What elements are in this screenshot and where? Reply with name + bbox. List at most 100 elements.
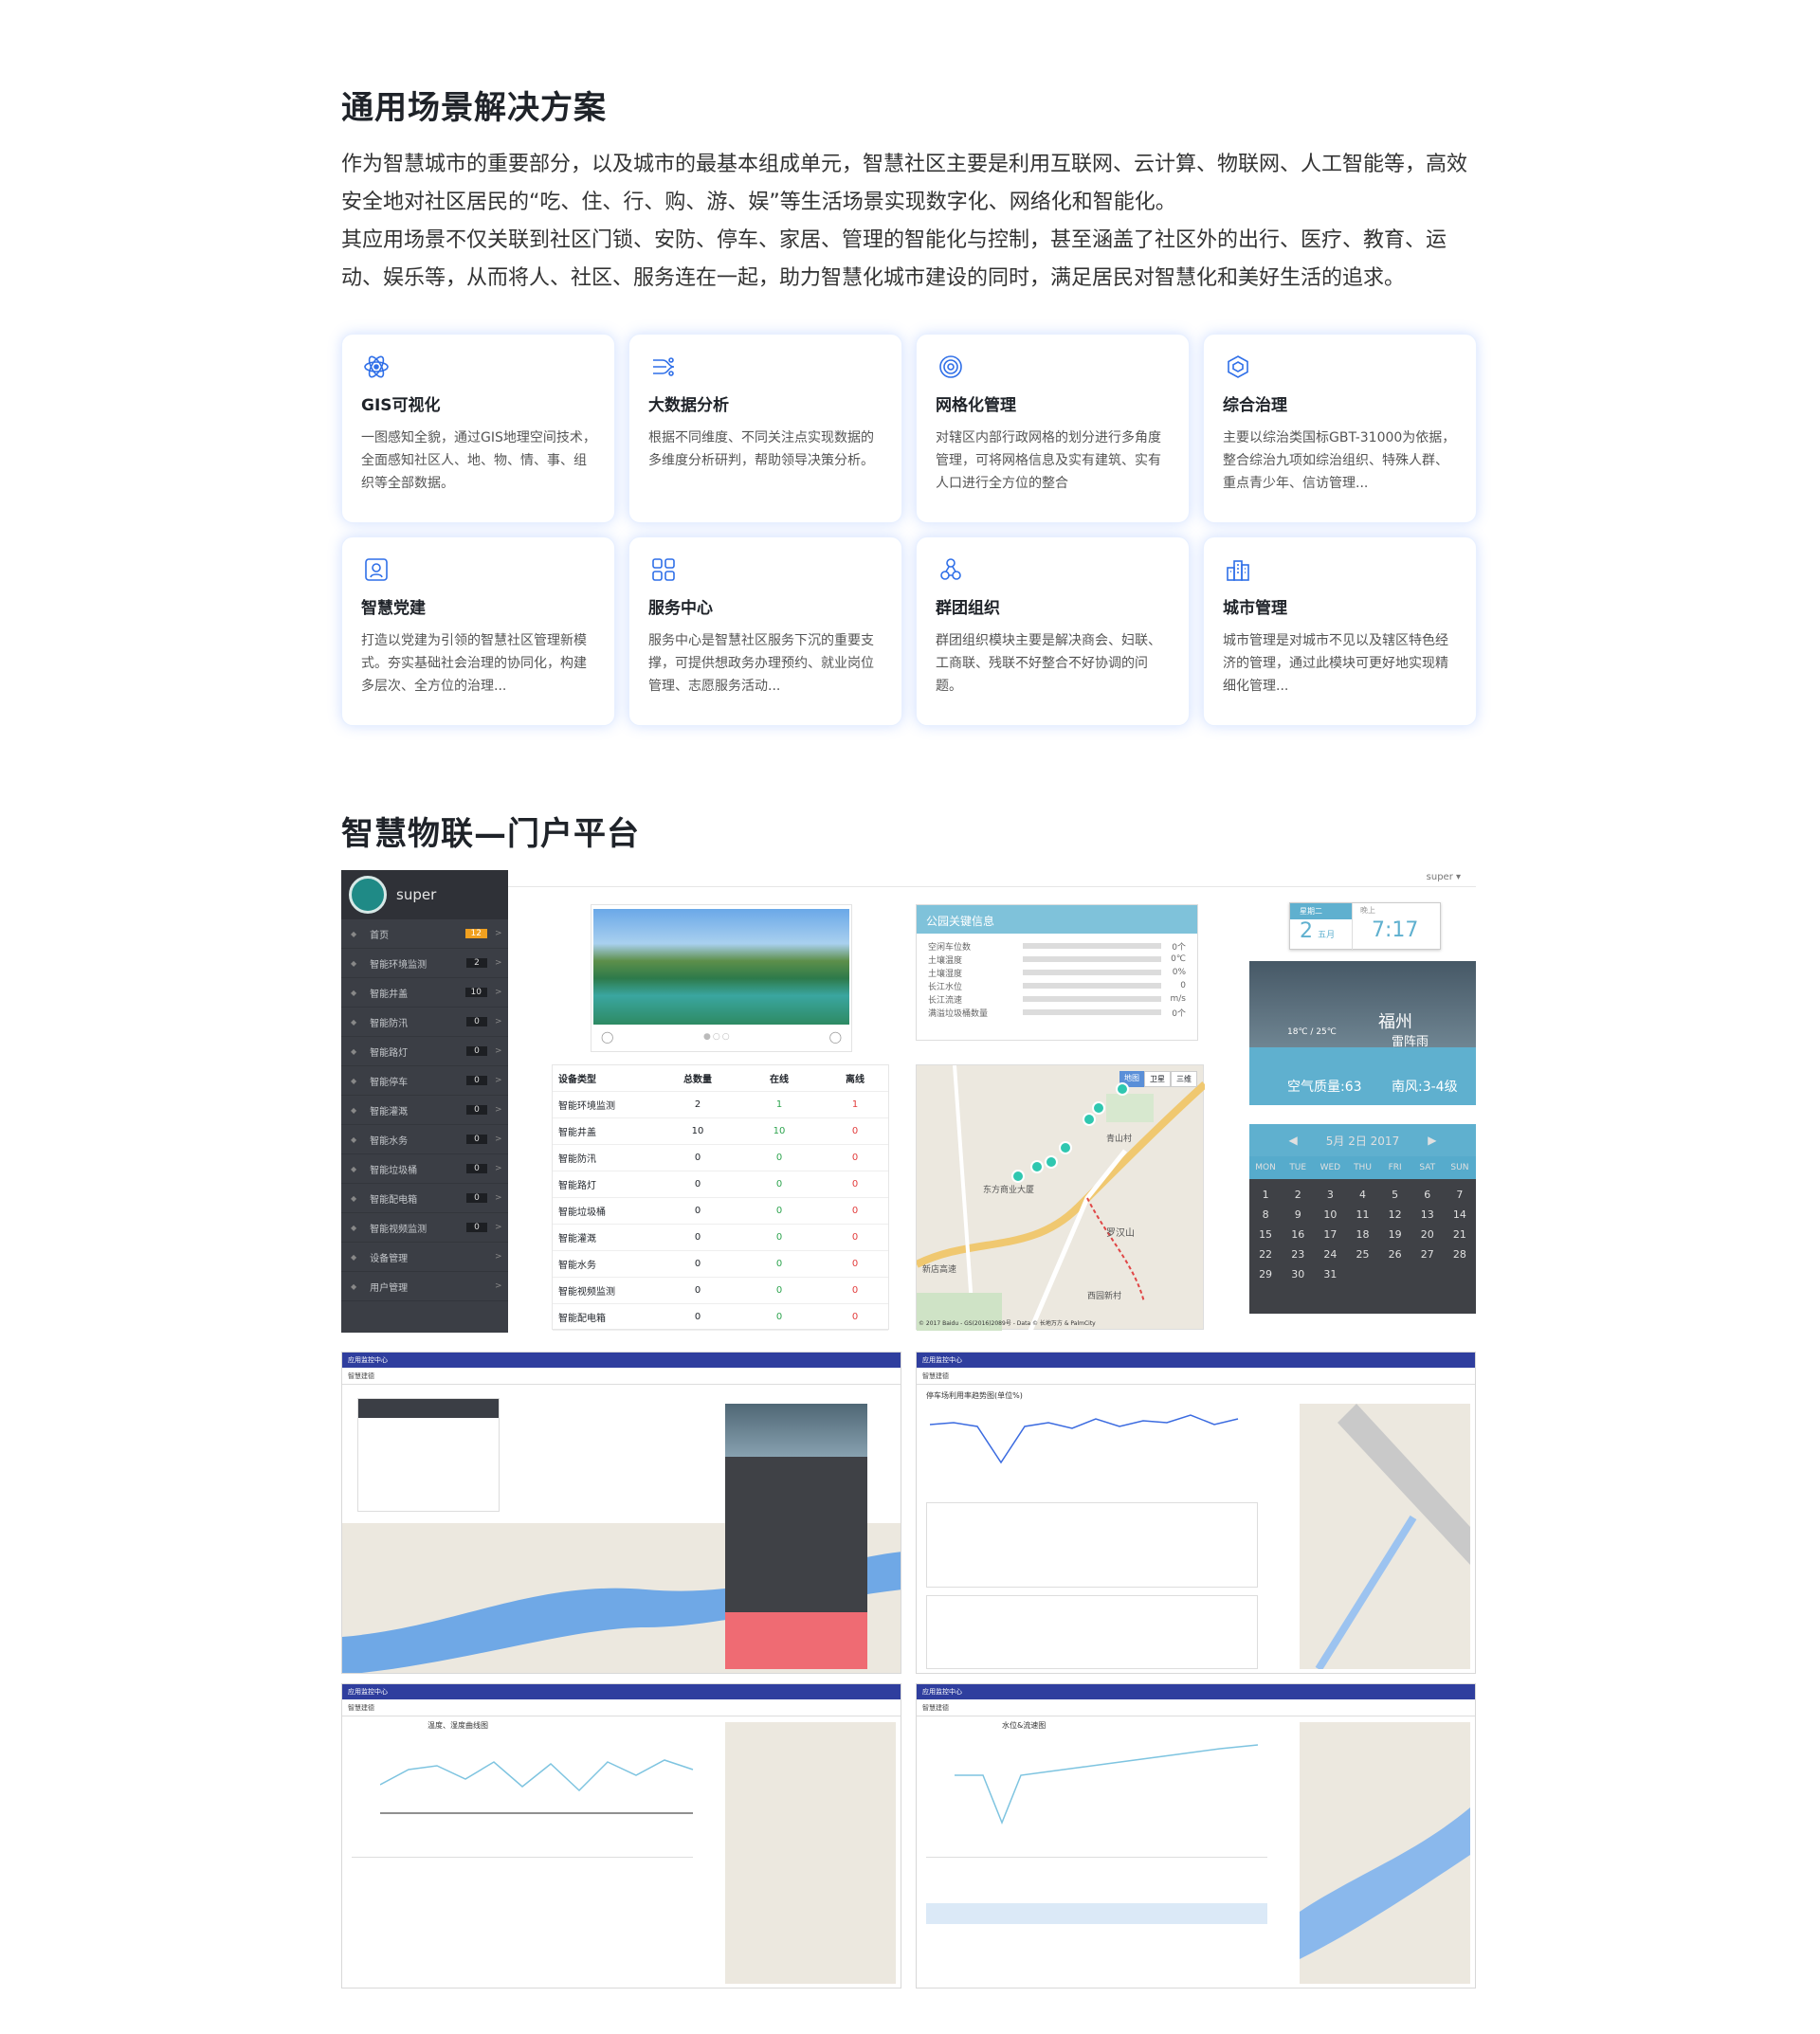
sidebar-item[interactable]: ◆ 智能环境监测 2 > xyxy=(341,949,508,978)
calendar-prev-icon[interactable]: ◀ xyxy=(1289,1134,1298,1147)
calendar-day[interactable]: 9 xyxy=(1282,1208,1314,1221)
column-header: 离线 xyxy=(846,1075,864,1085)
sidebar-item[interactable]: ◆ 智能水务 0 > xyxy=(341,1125,508,1154)
calendar-day[interactable]: 21 xyxy=(1444,1228,1476,1241)
map-pin-icon[interactable] xyxy=(1092,1101,1105,1115)
card-party[interactable]: 智慧党建 打造以党建为引领的智慧社区管理新模式。夯实基础社会治理的协同化，构建多… xyxy=(341,536,615,726)
calendar-day[interactable]: 31 xyxy=(1314,1268,1346,1280)
weekday-label: MON xyxy=(1255,1163,1276,1172)
tab-satellite[interactable]: 卫星 xyxy=(1144,1071,1171,1087)
sidebar-item[interactable]: ◆ 设备管理 > xyxy=(341,1243,508,1272)
calendar-day[interactable]: 2 xyxy=(1282,1189,1314,1201)
water-table xyxy=(926,1857,1267,1924)
card-title: 综合治理 xyxy=(1223,396,1287,415)
map-pin-icon[interactable] xyxy=(1059,1141,1072,1154)
photo-carousel[interactable]: ◯ ◯ ●○○ xyxy=(591,904,852,1052)
calendar-day[interactable]: 23 xyxy=(1282,1248,1314,1261)
group-icon xyxy=(936,554,966,585)
calendar-day[interactable]: 6 xyxy=(1411,1189,1444,1201)
calendar-day[interactable]: 12 xyxy=(1379,1208,1411,1221)
calendar-day[interactable]: 1 xyxy=(1249,1189,1282,1201)
weekday-label: TUE xyxy=(1289,1163,1307,1172)
user-menu[interactable]: super ▾ xyxy=(1427,872,1461,882)
parking-line-chart xyxy=(930,1414,1239,1464)
calendar-day[interactable]: 24 xyxy=(1314,1248,1346,1261)
card-desc: 群团组织模块主要是解决商会、妇联、工商联、残联不好整合不好协调的问题。 xyxy=(936,633,1161,694)
calendar-day[interactable]: 29 xyxy=(1249,1268,1282,1280)
calendar-day[interactable]: 10 xyxy=(1314,1208,1346,1221)
sidebar-item[interactable]: ◆ 智能灌溉 0 > xyxy=(341,1096,508,1125)
chevron-right-icon: > xyxy=(495,988,502,997)
calendar-day[interactable]: 15 xyxy=(1249,1228,1282,1241)
card-governance[interactable]: 综合治理 主要以综治类国标GBT-31000为依据，整合综治九项如综治组织、特殊… xyxy=(1203,334,1477,523)
calendar-day[interactable]: 19 xyxy=(1379,1228,1411,1241)
count-badge: 0 xyxy=(466,1223,487,1232)
card-bigdata[interactable]: 大数据分析 根据不同维度、不同关注点实现数据的多维度分析研判，帮助领导决策分析。 xyxy=(628,334,902,523)
air-quality: 空气质量:63 xyxy=(1287,1080,1362,1095)
sidebar-item[interactable]: ◆ 智能配电箱 0 > xyxy=(341,1184,508,1213)
map-pin-icon[interactable] xyxy=(1030,1160,1044,1173)
card-city-management[interactable]: 城市管理 城市管理是对城市不见以及辖区特色经济的管理，通过此模块可更好地实现精细… xyxy=(1203,536,1477,726)
calendar-next-icon[interactable]: ▶ xyxy=(1428,1134,1436,1147)
calendar-day[interactable]: 20 xyxy=(1411,1228,1444,1241)
calendar-day[interactable]: 27 xyxy=(1411,1248,1444,1261)
map-pin-icon[interactable] xyxy=(1116,1082,1129,1096)
calendar-day[interactable]: 4 xyxy=(1346,1189,1378,1201)
sidebar-item[interactable]: ◆ 智能井盖 10 > xyxy=(341,978,508,1008)
calendar-day[interactable]: 14 xyxy=(1444,1208,1476,1221)
sidebar-item[interactable]: ◆ 首页 12 > xyxy=(341,919,508,949)
card-groups[interactable]: 群团组织 群团组织模块主要是解决商会、妇联、工商联、残联不好整合不好协调的问题。 xyxy=(916,536,1190,726)
water-map[interactable] xyxy=(1300,1722,1470,1984)
chevron-right-icon: > xyxy=(495,1046,502,1056)
map-pin-icon[interactable] xyxy=(1045,1155,1058,1169)
sidebar-item[interactable]: ◆ 智能停车 0 > xyxy=(341,1066,508,1096)
weekday-label: SAT xyxy=(1419,1163,1436,1172)
temperature-map[interactable] xyxy=(725,1722,896,1984)
calendar-day[interactable]: 8 xyxy=(1249,1208,1282,1221)
parking-map[interactable] xyxy=(1300,1404,1470,1669)
calendar-day[interactable]: 7 xyxy=(1444,1189,1476,1201)
key-info-value: 0个 xyxy=(1172,942,1186,953)
calendar-day[interactable]: 30 xyxy=(1282,1268,1314,1280)
chevron-right-icon: > xyxy=(495,1105,502,1115)
sidebar-item[interactable]: ◆ 智能防汛 0 > xyxy=(341,1008,508,1037)
carousel-next-icon[interactable]: ◯ xyxy=(829,1030,842,1044)
calendar-day[interactable]: 22 xyxy=(1249,1248,1282,1261)
key-info-bar xyxy=(1023,996,1161,1002)
key-info-row: 土壤温度 0℃ xyxy=(917,953,1197,966)
map-pin-icon[interactable] xyxy=(1083,1113,1096,1126)
calendar-day[interactable]: 26 xyxy=(1379,1248,1411,1261)
avatar[interactable] xyxy=(349,876,387,914)
calendar-day[interactable]: 11 xyxy=(1346,1208,1378,1221)
screenshot-temperature: 应用监控中心 智慧建德 温度、湿度曲线图 xyxy=(341,1683,901,1989)
key-info-bar xyxy=(1023,1009,1161,1015)
calendar-day[interactable]: 25 xyxy=(1346,1248,1378,1261)
calendar-day[interactable]: 18 xyxy=(1346,1228,1378,1241)
screen-nav: 智慧建德 xyxy=(917,1368,1475,1385)
sidebar-item[interactable]: ◆ 智能垃圾桶 0 > xyxy=(341,1154,508,1184)
card-service-center[interactable]: 服务中心 服务中心是智慧社区服务下沉的重要支撑，可提供想政务办理预约、就业岗位管… xyxy=(628,536,902,726)
calendar-day[interactable]: 16 xyxy=(1282,1228,1314,1241)
sidebar-item[interactable]: ◆ 智能路灯 0 > xyxy=(341,1037,508,1066)
carousel-prev-icon[interactable]: ◯ xyxy=(601,1030,613,1044)
sidebar-item-label: 智能垃圾桶 xyxy=(370,1165,418,1176)
carousel-dots[interactable]: ●○○ xyxy=(703,1032,732,1042)
table-cell: 智能井盖 xyxy=(558,1128,596,1138)
calendar-day[interactable]: 5 xyxy=(1379,1189,1411,1201)
screen-bar: 应用监控中心 xyxy=(917,1684,1475,1699)
calendar-day[interactable]: 17 xyxy=(1314,1228,1346,1241)
key-info-value: 0% xyxy=(1172,968,1186,977)
calendar-day[interactable]: 3 xyxy=(1314,1189,1346,1201)
sidebar-item[interactable]: ◆ 智能视频监测 0 > xyxy=(341,1213,508,1243)
intro-paragraph-2: 其应用场景不仅关联到社区门锁、安防、停车、家居、管理的智能化与控制，甚至涵盖了社… xyxy=(341,228,1447,290)
table-cell: 0 xyxy=(851,1232,859,1243)
map-view[interactable]: 地图 卫星 三维 青山村 东方商业大厦 罗汉山 新店高速 西园新村 © 2017… xyxy=(916,1064,1205,1331)
sidebar-item[interactable]: ◆ 用户管理 > xyxy=(341,1272,508,1301)
card-grid-management[interactable]: 网格化管理 对辖区内部行政网格的划分进行多角度管理，可将网格信息及实有建筑、实有… xyxy=(916,334,1190,523)
tab-3d[interactable]: 三维 xyxy=(1171,1071,1197,1087)
calendar-day[interactable]: 13 xyxy=(1411,1208,1444,1221)
table-cell: 2 xyxy=(694,1099,701,1110)
calendar-day[interactable]: 28 xyxy=(1444,1248,1476,1261)
map-pin-icon[interactable] xyxy=(1011,1170,1025,1183)
card-gis[interactable]: GIS可视化 一图感知全貌，通过GIS地理空间技术，全面感知社区人、地、物、情、… xyxy=(341,334,615,523)
